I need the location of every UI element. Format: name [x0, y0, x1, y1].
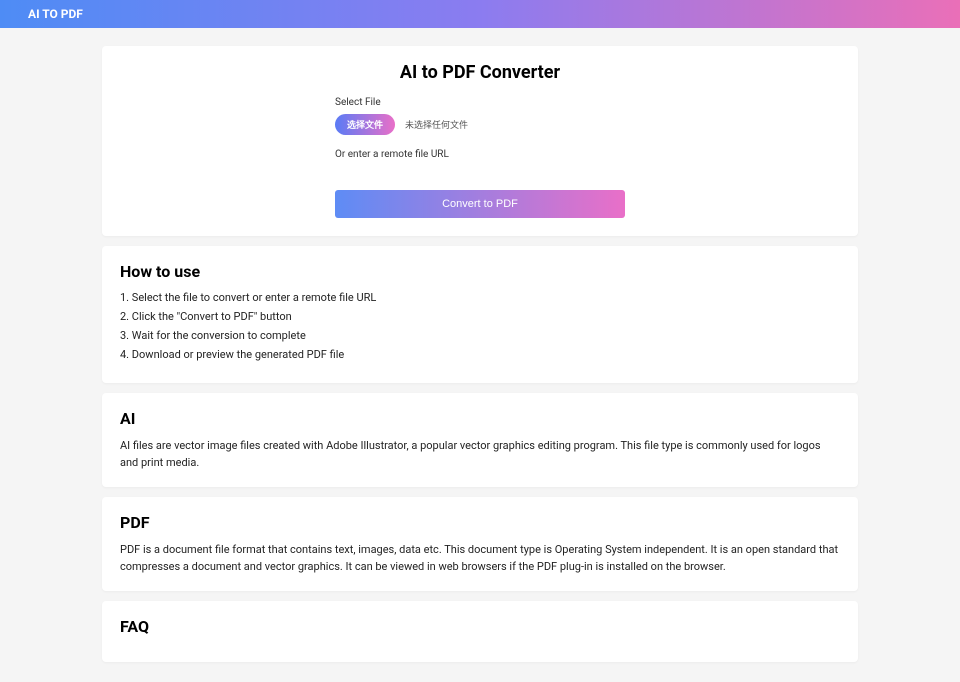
page-title: AI to PDF Converter	[120, 62, 840, 83]
pdf-section-title: PDF	[120, 513, 840, 532]
howto-step: 1. Select the file to convert or enter a…	[120, 291, 840, 304]
file-status-text: 未选择任何文件	[405, 118, 468, 131]
header-title: AI TO PDF	[28, 7, 83, 21]
howto-step: 3. Wait for the conversion to complete	[120, 329, 840, 342]
remote-url-label: Or enter a remote file URL	[335, 149, 625, 160]
ai-section-text: AI files are vector image files created …	[120, 438, 840, 471]
main-container: AI to PDF Converter Select File 选择文件 未选择…	[102, 28, 858, 682]
howto-card: How to use 1. Select the file to convert…	[102, 246, 858, 383]
file-input-row: 选择文件 未选择任何文件	[335, 114, 625, 135]
howto-step: 4. Download or preview the generated PDF…	[120, 348, 840, 361]
converter-form: Select File 选择文件 未选择任何文件 Or enter a remo…	[335, 97, 625, 218]
choose-file-button[interactable]: 选择文件	[335, 114, 395, 135]
convert-button[interactable]: Convert to PDF	[335, 190, 625, 218]
faq-title: FAQ	[120, 617, 840, 636]
faq-card: FAQ	[102, 601, 858, 662]
header: AI TO PDF	[0, 0, 960, 28]
converter-card: AI to PDF Converter Select File 选择文件 未选择…	[102, 46, 858, 236]
howto-steps-list: 1. Select the file to convert or enter a…	[120, 291, 840, 361]
pdf-section-text: PDF is a document file format that conta…	[120, 542, 840, 575]
select-file-label: Select File	[335, 97, 625, 108]
ai-info-card: AI AI files are vector image files creat…	[102, 393, 858, 487]
ai-section-title: AI	[120, 409, 840, 428]
pdf-info-card: PDF PDF is a document file format that c…	[102, 497, 858, 591]
howto-step: 2. Click the "Convert to PDF" button	[120, 310, 840, 323]
howto-title: How to use	[120, 262, 840, 281]
